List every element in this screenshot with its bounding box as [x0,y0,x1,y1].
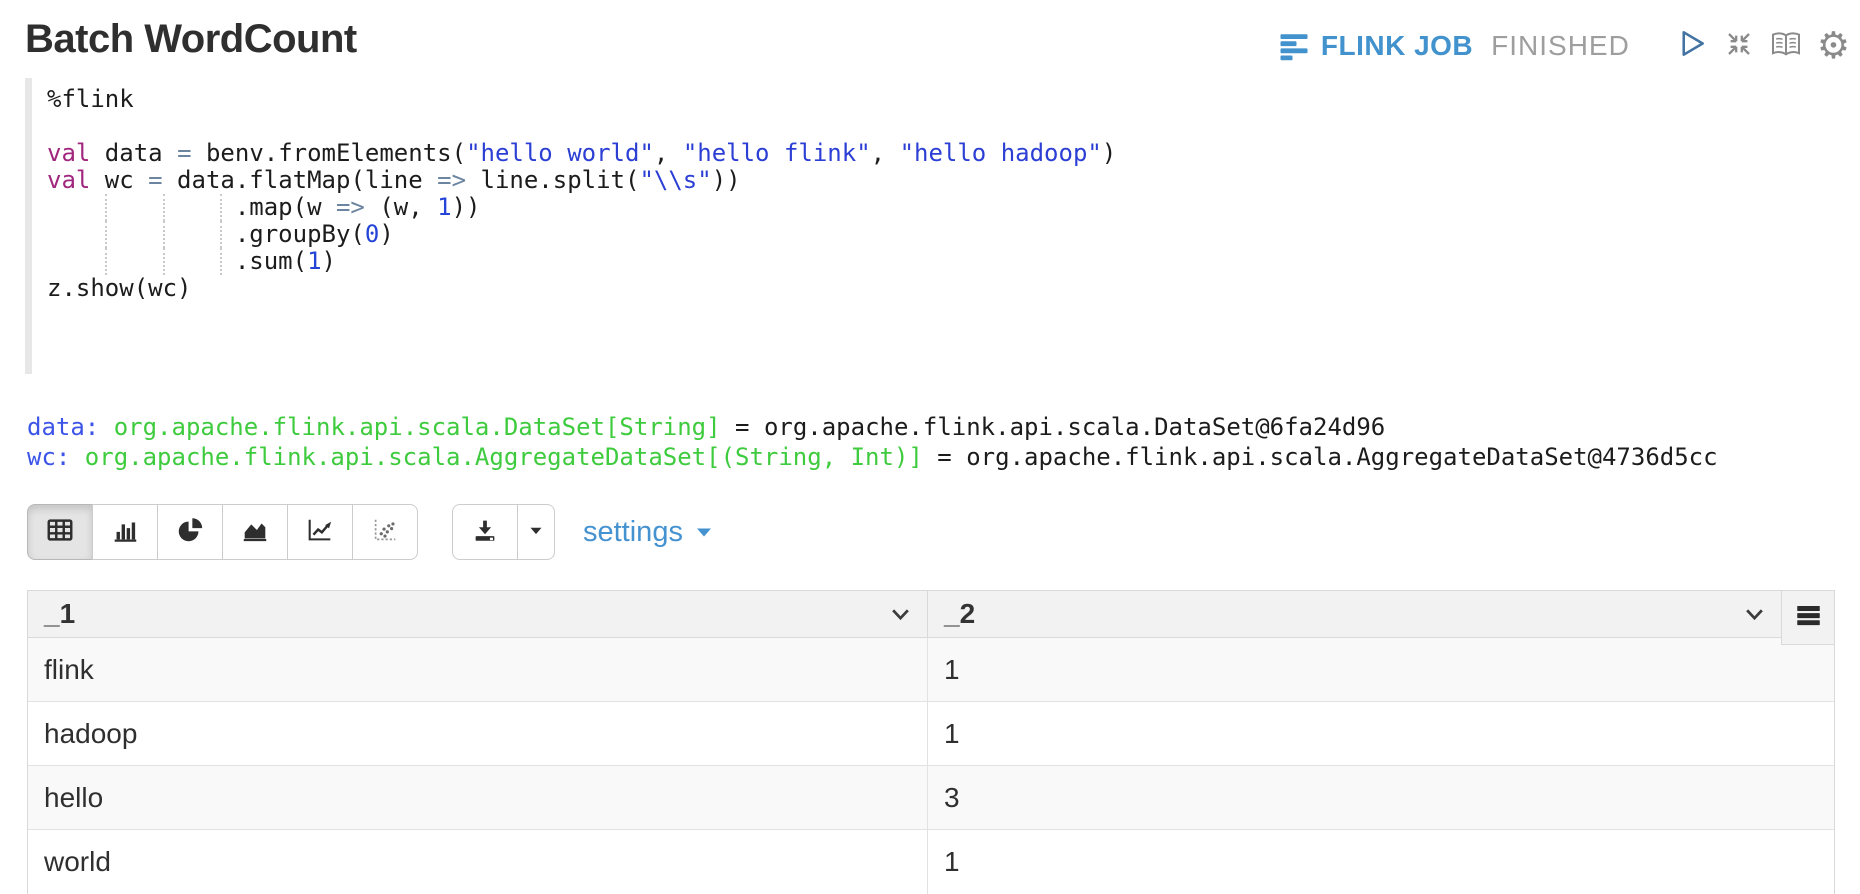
bar-chart-icon [110,515,140,550]
table-cell: 1 [928,638,1834,701]
table-header-row: _1 _2 [27,590,1782,638]
table-row: hadoop1 [28,702,1834,766]
indent-guide [163,248,165,275]
gear-icon: ⚙ [1817,29,1850,63]
flink-job-icon [1278,31,1311,61]
job-status-bar: FLINK JOB FINISHED ⚙ [1278,26,1850,66]
column-header-2-label: _2 [944,598,975,630]
table-icon [45,515,75,550]
settings-toggle[interactable]: settings [583,516,716,549]
download-button-group [452,504,555,560]
column-header-1[interactable]: _1 [28,591,928,637]
job-status-text: FINISHED [1491,30,1630,62]
indent-guide [163,221,165,248]
table-cell: hadoop [28,702,928,765]
table-row: hello3 [28,766,1834,830]
indent-guide [105,248,107,275]
column-header-2[interactable]: _2 [928,591,1781,637]
code-line: .sum(1) [47,248,1835,275]
result-output: data: org.apache.flink.api.scala.DataSet… [27,412,1835,472]
book-icon [1769,29,1803,64]
scatter-chart-button[interactable] [352,504,418,560]
result-line: data: org.apache.flink.api.scala.DataSet… [27,412,1835,442]
area-chart-icon [240,515,270,550]
code-line: %flink [47,86,1835,113]
code-line: val data = benv.fromElements("hello worl… [47,140,1835,167]
page-title: Batch WordCount [25,16,357,62]
editor-left-bar [25,78,32,374]
pie-chart-button[interactable] [157,504,223,560]
table-body: flink1hadoop1hello3world1 [27,638,1835,894]
code-line: .groupBy(0) [47,221,1835,248]
table-cell: 1 [928,702,1834,765]
download-dropdown-button[interactable] [517,504,555,560]
run-paragraph-button[interactable] [1674,26,1709,66]
paragraph-header: Batch WordCount FLINK JOB FINISHED ⚙ [0,0,1860,66]
download-button[interactable] [452,504,518,560]
result-table: _1 _2 flink1hadoop1hello3world1 [27,590,1835,894]
line-chart-button[interactable] [287,504,353,560]
code-editor[interactable]: %flink val data = benv.fromElements("hel… [25,78,1835,374]
paragraph-settings-button[interactable]: ⚙ [1817,29,1850,63]
code-line [47,113,1835,140]
scatter-chart-icon [370,515,400,550]
download-icon [470,515,500,550]
compress-icon [1723,28,1755,65]
indent-guide [105,221,107,248]
chart-type-button-group [27,504,418,560]
table-cell: flink [28,638,928,701]
indent-guide [220,221,222,248]
visualization-toolbar: settings [27,504,1835,560]
caret-down-icon [525,519,547,546]
indent-guide [220,248,222,275]
column-header-1-label: _1 [44,598,75,630]
line-chart-icon [305,515,335,550]
settings-caret-icon [692,520,716,544]
grid-menu-icon [1795,602,1822,634]
code-line: z.show(wc) [47,275,1835,302]
grid-menu-button[interactable] [1781,590,1835,645]
column-1-chevron-down-icon[interactable] [890,607,911,622]
bar-chart-button[interactable] [92,504,158,560]
indent-guide [220,194,222,221]
play-icon [1674,26,1709,66]
code-line: val wc = data.flatMap(line => line.split… [47,167,1835,194]
table-button[interactable] [27,504,93,560]
column-2-chevron-down-icon[interactable] [1744,607,1765,622]
code-line: .map(w => (w, 1)) [47,194,1835,221]
indent-guide [163,194,165,221]
area-chart-button[interactable] [222,504,288,560]
table-cell: 1 [928,830,1834,894]
table-cell: hello [28,766,928,829]
table-cell: 3 [928,766,1834,829]
output-toggle-button[interactable] [1769,29,1803,64]
collapse-editor-button[interactable] [1723,28,1755,65]
code-lines: %flink val data = benv.fromElements("hel… [25,78,1835,302]
table-row: flink1 [28,638,1834,702]
indent-guide [105,194,107,221]
table-cell: world [28,830,928,894]
result-line: wc: org.apache.flink.api.scala.Aggregate… [27,442,1835,472]
pie-chart-icon [175,515,205,550]
settings-label: settings [583,516,683,549]
flink-job-link[interactable]: FLINK JOB [1321,30,1473,62]
table-row: world1 [28,830,1834,894]
